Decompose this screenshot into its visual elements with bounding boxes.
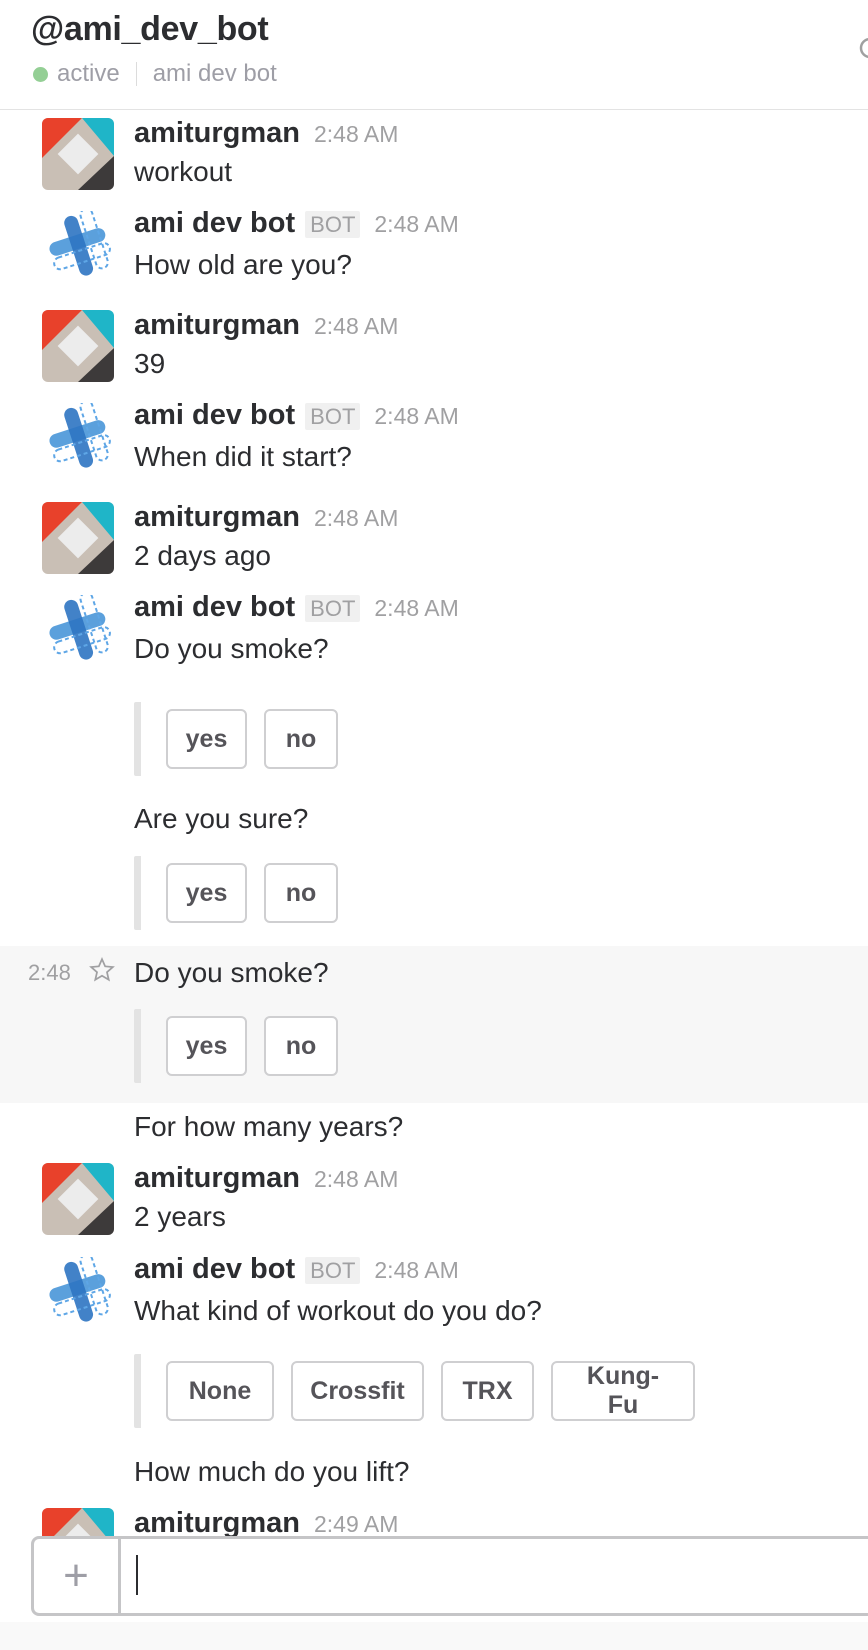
gear-icon[interactable] <box>856 34 868 62</box>
message-text: How old are you? <box>134 249 352 280</box>
no-button[interactable]: no <box>264 863 338 923</box>
author-name[interactable]: ami dev bot <box>134 207 295 239</box>
user-avatar-icon[interactable] <box>42 310 114 382</box>
message-timestamp[interactable]: 2:48 AM <box>314 505 398 531</box>
workout-option-kungfu-button[interactable]: Kung-Fu <box>551 1361 695 1421</box>
message-text: 2 years <box>134 1201 226 1232</box>
workout-option-none-button[interactable]: None <box>166 1361 274 1421</box>
bot-avatar-icon[interactable] <box>42 399 114 475</box>
user-avatar-icon[interactable] <box>42 1163 114 1235</box>
message-timestamp[interactable]: 2:48 <box>28 960 71 986</box>
author-name[interactable]: amiturgman <box>134 1507 300 1536</box>
message-timestamp[interactable]: 2:48 AM <box>374 403 458 429</box>
real-name: ami dev bot <box>152 60 277 87</box>
message-timestamp[interactable]: 2:48 AM <box>374 211 458 237</box>
user-avatar-icon[interactable] <box>42 118 114 190</box>
bot-badge: BOT <box>305 1257 361 1284</box>
channel-status-row: active ami dev bot <box>33 60 277 88</box>
message-text: How much do you lift? <box>134 1456 410 1487</box>
author-name[interactable]: ami dev bot <box>134 399 295 431</box>
message-timestamp[interactable]: 2:48 AM <box>374 1257 458 1283</box>
yes-button[interactable]: yes <box>166 863 247 923</box>
author-name[interactable]: ami dev bot <box>134 1253 295 1285</box>
button-attachment: None Crossfit TRX Kung-Fu <box>134 1354 695 1428</box>
button-attachment: yes no <box>134 1009 338 1083</box>
message-text: Do you smoke? <box>134 633 329 664</box>
workout-option-trx-button[interactable]: TRX <box>441 1361 534 1421</box>
message-header: ami dev bot BOT 2:48 AM <box>134 399 459 432</box>
message-header: ami dev bot BOT 2:48 AM <box>134 207 459 240</box>
button-attachment: yes no <box>134 702 338 776</box>
user-avatar-icon[interactable] <box>42 502 114 574</box>
bot-badge: BOT <box>305 403 361 430</box>
author-name[interactable]: amiturgman <box>134 1162 300 1194</box>
text-cursor <box>136 1555 138 1595</box>
star-icon[interactable] <box>89 957 115 990</box>
message-text: 2 days ago <box>134 540 271 571</box>
channel-title[interactable]: @ami_dev_bot <box>31 10 269 49</box>
plus-icon[interactable]: + <box>34 1539 121 1613</box>
bot-avatar-icon[interactable] <box>42 591 114 667</box>
message-text: Are you sure? <box>134 803 309 834</box>
message-text: Do you smoke? <box>134 957 329 988</box>
no-button[interactable]: no <box>264 709 338 769</box>
message-composer[interactable]: + <box>31 1536 868 1616</box>
presence-status: active <box>57 60 120 87</box>
author-name[interactable]: amiturgman <box>134 117 300 149</box>
bot-avatar-icon[interactable] <box>42 207 114 283</box>
presence-dot <box>33 66 48 82</box>
author-name[interactable]: amiturgman <box>134 501 300 533</box>
message-header: amiturgman 2:48 AM <box>134 309 398 342</box>
message-header: ami dev bot BOT 2:48 AM <box>134 591 459 624</box>
author-name[interactable]: amiturgman <box>134 309 300 341</box>
bot-badge: BOT <box>305 595 361 622</box>
no-button[interactable]: no <box>264 1016 338 1076</box>
workout-option-crossfit-button[interactable]: Crossfit <box>291 1361 424 1421</box>
message-text: What kind of workout do you do? <box>134 1295 542 1326</box>
footer-strip <box>0 1622 868 1650</box>
message-text: For how many years? <box>134 1111 404 1142</box>
message-header: ami dev bot BOT 2:48 AM <box>134 1253 459 1286</box>
message-header: amiturgman 2:48 AM <box>134 1162 398 1195</box>
user-avatar-icon[interactable] <box>42 1508 114 1536</box>
message-timestamp[interactable]: 2:48 AM <box>374 595 458 621</box>
message-timestamp[interactable]: 2:48 AM <box>314 121 398 147</box>
message-text: When did it start? <box>134 441 352 472</box>
author-name[interactable]: ami dev bot <box>134 591 295 623</box>
status-divider <box>135 62 137 86</box>
message-timestamp[interactable]: 2:49 AM <box>314 1511 398 1536</box>
message-text: 39 <box>134 348 166 379</box>
message-header: amiturgman 2:48 AM <box>134 501 398 534</box>
yes-button[interactable]: yes <box>166 1016 247 1076</box>
button-attachment: yes no <box>134 856 338 930</box>
message-header: amiturgman 2:49 AM <box>134 1507 398 1536</box>
yes-button[interactable]: yes <box>166 709 247 769</box>
plus-label: + <box>63 1551 89 1600</box>
message-list[interactable]: amiturgman 2:48 AM workout ami dev bot BOT… <box>0 111 868 1536</box>
bot-badge: BOT <box>305 211 361 238</box>
channel-header: @ami_dev_bot active ami dev bot <box>0 0 868 110</box>
bot-avatar-icon[interactable] <box>42 1253 114 1329</box>
message-hover-row[interactable] <box>0 946 868 1103</box>
message-timestamp[interactable]: 2:48 AM <box>314 313 398 339</box>
message-timestamp[interactable]: 2:48 AM <box>314 1166 398 1192</box>
message-text: workout <box>134 156 233 187</box>
message-header: amiturgman 2:48 AM <box>134 117 398 150</box>
